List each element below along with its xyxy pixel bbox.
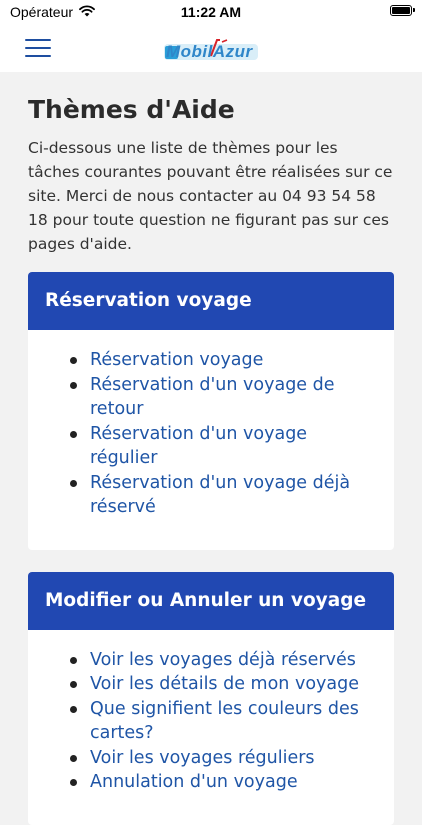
- help-page: Thèmes d'Aide Ci-dessous une liste de th…: [28, 72, 394, 825]
- status-bar: Opérateur 11:22 AM: [0, 0, 422, 24]
- list-item: Voir les voyages déjà réservés: [70, 648, 374, 673]
- section-reservation: Réservation voyage Réservation voyage Ré…: [28, 272, 394, 550]
- help-link[interactable]: Voir les détails de mon voyage: [90, 674, 359, 694]
- list-item: Réservation d'un voyage régulier: [70, 422, 374, 471]
- section-header: Modifier ou Annuler un voyage: [28, 571, 394, 630]
- list-item: Annulation d'un voyage: [70, 770, 374, 795]
- section-list: Voir les voyages déjà réservés Voir les …: [28, 630, 394, 825]
- hamburger-menu-icon[interactable]: [25, 39, 51, 57]
- list-item: Voir les voyages réguliers: [70, 746, 374, 771]
- list-item: Réservation d'un voyage déjà réservé: [70, 471, 374, 520]
- status-right: [390, 5, 415, 16]
- logo[interactable]: MobilAzur: [162, 34, 262, 66]
- help-link[interactable]: Voir les voyages réguliers: [90, 748, 315, 768]
- help-link[interactable]: Annulation d'un voyage: [90, 772, 298, 792]
- app-header: MobilAzur: [0, 24, 422, 72]
- help-link[interactable]: Réservation d'un voyage de retour: [90, 375, 335, 420]
- logo-text: MobilAzur: [166, 42, 253, 61]
- help-link[interactable]: Que signifient les couleurs des cartes?: [90, 699, 359, 744]
- help-link[interactable]: Réservation d'un voyage régulier: [90, 424, 307, 469]
- list-item: Réservation voyage: [70, 348, 374, 373]
- page-title: Thèmes d'Aide: [28, 95, 235, 124]
- list-item: Voir les détails de mon voyage: [70, 672, 374, 697]
- status-time: 11:22 AM: [180, 4, 242, 20]
- help-link[interactable]: Réservation d'un voyage déjà réservé: [90, 473, 350, 518]
- intro-text: Ci-dessous une liste de thèmes pour les …: [28, 139, 393, 253]
- list-item: Que signifient les couleurs des cartes?: [70, 697, 374, 746]
- section-list: Réservation voyage Réservation d'un voya…: [28, 330, 394, 550]
- help-link[interactable]: Réservation voyage: [90, 350, 263, 370]
- help-link[interactable]: Voir les voyages déjà réservés: [90, 650, 356, 670]
- list-item: Réservation d'un voyage de retour: [70, 373, 374, 422]
- battery-icon: [390, 5, 415, 16]
- section-header: Réservation voyage: [28, 272, 394, 330]
- section-modify-cancel: Modifier ou Annuler un voyage Voir les v…: [28, 571, 394, 825]
